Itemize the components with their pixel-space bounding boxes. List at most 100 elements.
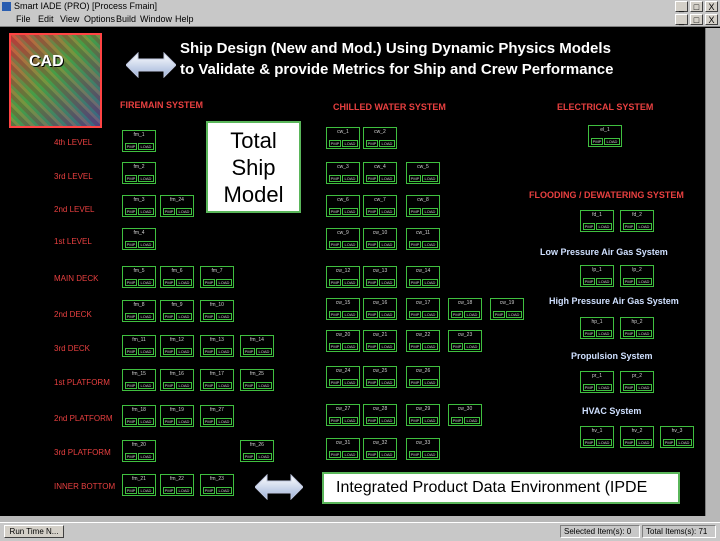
- component-node[interactable]: cw_11 PMP LOAD: [406, 228, 440, 250]
- component-node[interactable]: cw_18 PMP LOAD: [448, 298, 482, 320]
- component-node[interactable]: cw_29 PMP LOAD: [406, 404, 440, 426]
- node-pump-button[interactable]: PMP: [663, 439, 675, 446]
- node-load-button[interactable]: LOAD: [176, 487, 192, 494]
- node-pump-button[interactable]: PMP: [583, 223, 595, 230]
- node-pump-button[interactable]: PMP: [623, 223, 635, 230]
- menu-edit[interactable]: Edit: [38, 14, 54, 24]
- component-node[interactable]: cw_32 PMP LOAD: [363, 438, 397, 460]
- node-load-button[interactable]: LOAD: [636, 278, 652, 285]
- node-load-button[interactable]: LOAD: [138, 453, 154, 460]
- node-pump-button[interactable]: PMP: [409, 311, 421, 318]
- component-node[interactable]: fm_13 PMP LOAD: [200, 335, 234, 357]
- node-pump-button[interactable]: PMP: [163, 279, 175, 286]
- node-load-button[interactable]: LOAD: [176, 279, 192, 286]
- component-node[interactable]: cw_3 PMP LOAD: [326, 162, 360, 184]
- node-pump-button[interactable]: PMP: [125, 241, 137, 248]
- component-node[interactable]: fm_23 PMP LOAD: [200, 474, 234, 496]
- node-pump-button[interactable]: PMP: [583, 330, 595, 337]
- component-node[interactable]: fm_17 PMP LOAD: [200, 369, 234, 391]
- node-pump-button[interactable]: PMP: [409, 343, 421, 350]
- close-button[interactable]: X: [705, 1, 718, 12]
- node-load-button[interactable]: LOAD: [216, 279, 232, 286]
- component-node[interactable]: cw_9 PMP LOAD: [326, 228, 360, 250]
- component-node[interactable]: pr_2 PMP LOAD: [620, 371, 654, 393]
- component-node[interactable]: el_1 PMP LOAD: [588, 125, 622, 147]
- node-pump-button[interactable]: PMP: [243, 382, 255, 389]
- node-load-button[interactable]: LOAD: [464, 417, 480, 424]
- node-pump-button[interactable]: PMP: [409, 175, 421, 182]
- node-pump-button[interactable]: PMP: [623, 330, 635, 337]
- node-load-button[interactable]: LOAD: [596, 384, 612, 391]
- node-pump-button[interactable]: PMP: [366, 451, 378, 458]
- component-node[interactable]: fm_21 PMP LOAD: [122, 474, 156, 496]
- node-pump-button[interactable]: PMP: [583, 439, 595, 446]
- component-node[interactable]: cw_19 PMP LOAD: [490, 298, 524, 320]
- component-node[interactable]: fm_20 PMP LOAD: [122, 440, 156, 462]
- node-pump-button[interactable]: PMP: [623, 278, 635, 285]
- menu-options[interactable]: Options: [84, 14, 115, 24]
- menu-file[interactable]: File: [16, 14, 31, 24]
- node-load-button[interactable]: LOAD: [379, 279, 395, 286]
- node-pump-button[interactable]: PMP: [451, 417, 463, 424]
- component-node[interactable]: hp_2 PMP LOAD: [620, 317, 654, 339]
- node-pump-button[interactable]: PMP: [329, 175, 341, 182]
- node-load-button[interactable]: LOAD: [342, 417, 358, 424]
- node-pump-button[interactable]: PMP: [203, 348, 215, 355]
- component-node[interactable]: pr_1 PMP LOAD: [580, 371, 614, 393]
- component-node[interactable]: fm_10 PMP LOAD: [200, 300, 234, 322]
- node-pump-button[interactable]: PMP: [163, 208, 175, 215]
- node-load-button[interactable]: LOAD: [379, 417, 395, 424]
- component-node[interactable]: fm_22 PMP LOAD: [160, 474, 194, 496]
- component-node[interactable]: cw_7 PMP LOAD: [363, 195, 397, 217]
- node-load-button[interactable]: LOAD: [138, 313, 154, 320]
- menu-build[interactable]: Build: [116, 14, 136, 24]
- node-load-button[interactable]: LOAD: [138, 279, 154, 286]
- node-load-button[interactable]: LOAD: [596, 330, 612, 337]
- component-node[interactable]: cw_24 PMP LOAD: [326, 366, 360, 388]
- maximize-button[interactable]: □: [690, 1, 703, 12]
- component-node[interactable]: fd_2 PMP LOAD: [620, 210, 654, 232]
- node-pump-button[interactable]: PMP: [366, 343, 378, 350]
- component-node[interactable]: cw_2 PMP LOAD: [363, 127, 397, 149]
- node-load-button[interactable]: LOAD: [216, 418, 232, 425]
- node-pump-button[interactable]: PMP: [125, 348, 137, 355]
- component-node[interactable]: cw_5 PMP LOAD: [406, 162, 440, 184]
- node-pump-button[interactable]: PMP: [366, 208, 378, 215]
- node-pump-button[interactable]: PMP: [163, 348, 175, 355]
- node-load-button[interactable]: LOAD: [342, 208, 358, 215]
- node-load-button[interactable]: LOAD: [138, 487, 154, 494]
- component-node[interactable]: cw_4 PMP LOAD: [363, 162, 397, 184]
- node-pump-button[interactable]: PMP: [243, 348, 255, 355]
- node-pump-button[interactable]: PMP: [493, 311, 505, 318]
- node-pump-button[interactable]: PMP: [329, 140, 341, 147]
- component-node[interactable]: fm_5 PMP LOAD: [122, 266, 156, 288]
- node-load-button[interactable]: LOAD: [422, 417, 438, 424]
- component-node[interactable]: fm_24 PMP LOAD: [160, 195, 194, 217]
- component-node[interactable]: cw_8 PMP LOAD: [406, 195, 440, 217]
- node-pump-button[interactable]: PMP: [366, 311, 378, 318]
- component-node[interactable]: fm_15 PMP LOAD: [122, 369, 156, 391]
- node-pump-button[interactable]: PMP: [163, 487, 175, 494]
- node-pump-button[interactable]: PMP: [366, 140, 378, 147]
- node-pump-button[interactable]: PMP: [125, 453, 137, 460]
- node-load-button[interactable]: LOAD: [379, 175, 395, 182]
- node-pump-button[interactable]: PMP: [125, 313, 137, 320]
- node-load-button[interactable]: LOAD: [636, 439, 652, 446]
- component-node[interactable]: fm_3 PMP LOAD: [122, 195, 156, 217]
- node-load-button[interactable]: LOAD: [216, 313, 232, 320]
- runtime-task-button[interactable]: Run Time N...: [4, 525, 64, 538]
- node-load-button[interactable]: LOAD: [379, 311, 395, 318]
- child-minimize-button[interactable]: _: [675, 14, 688, 25]
- node-pump-button[interactable]: PMP: [409, 417, 421, 424]
- node-load-button[interactable]: LOAD: [342, 343, 358, 350]
- node-pump-button[interactable]: PMP: [409, 208, 421, 215]
- component-node[interactable]: lp_2 PMP LOAD: [620, 265, 654, 287]
- node-load-button[interactable]: LOAD: [216, 382, 232, 389]
- component-node[interactable]: fm_8 PMP LOAD: [122, 300, 156, 322]
- node-load-button[interactable]: LOAD: [379, 379, 395, 386]
- component-node[interactable]: hv_3 PMP LOAD: [660, 426, 694, 448]
- component-node[interactable]: fm_16 PMP LOAD: [160, 369, 194, 391]
- node-load-button[interactable]: LOAD: [636, 384, 652, 391]
- node-load-button[interactable]: LOAD: [379, 140, 395, 147]
- node-load-button[interactable]: LOAD: [422, 343, 438, 350]
